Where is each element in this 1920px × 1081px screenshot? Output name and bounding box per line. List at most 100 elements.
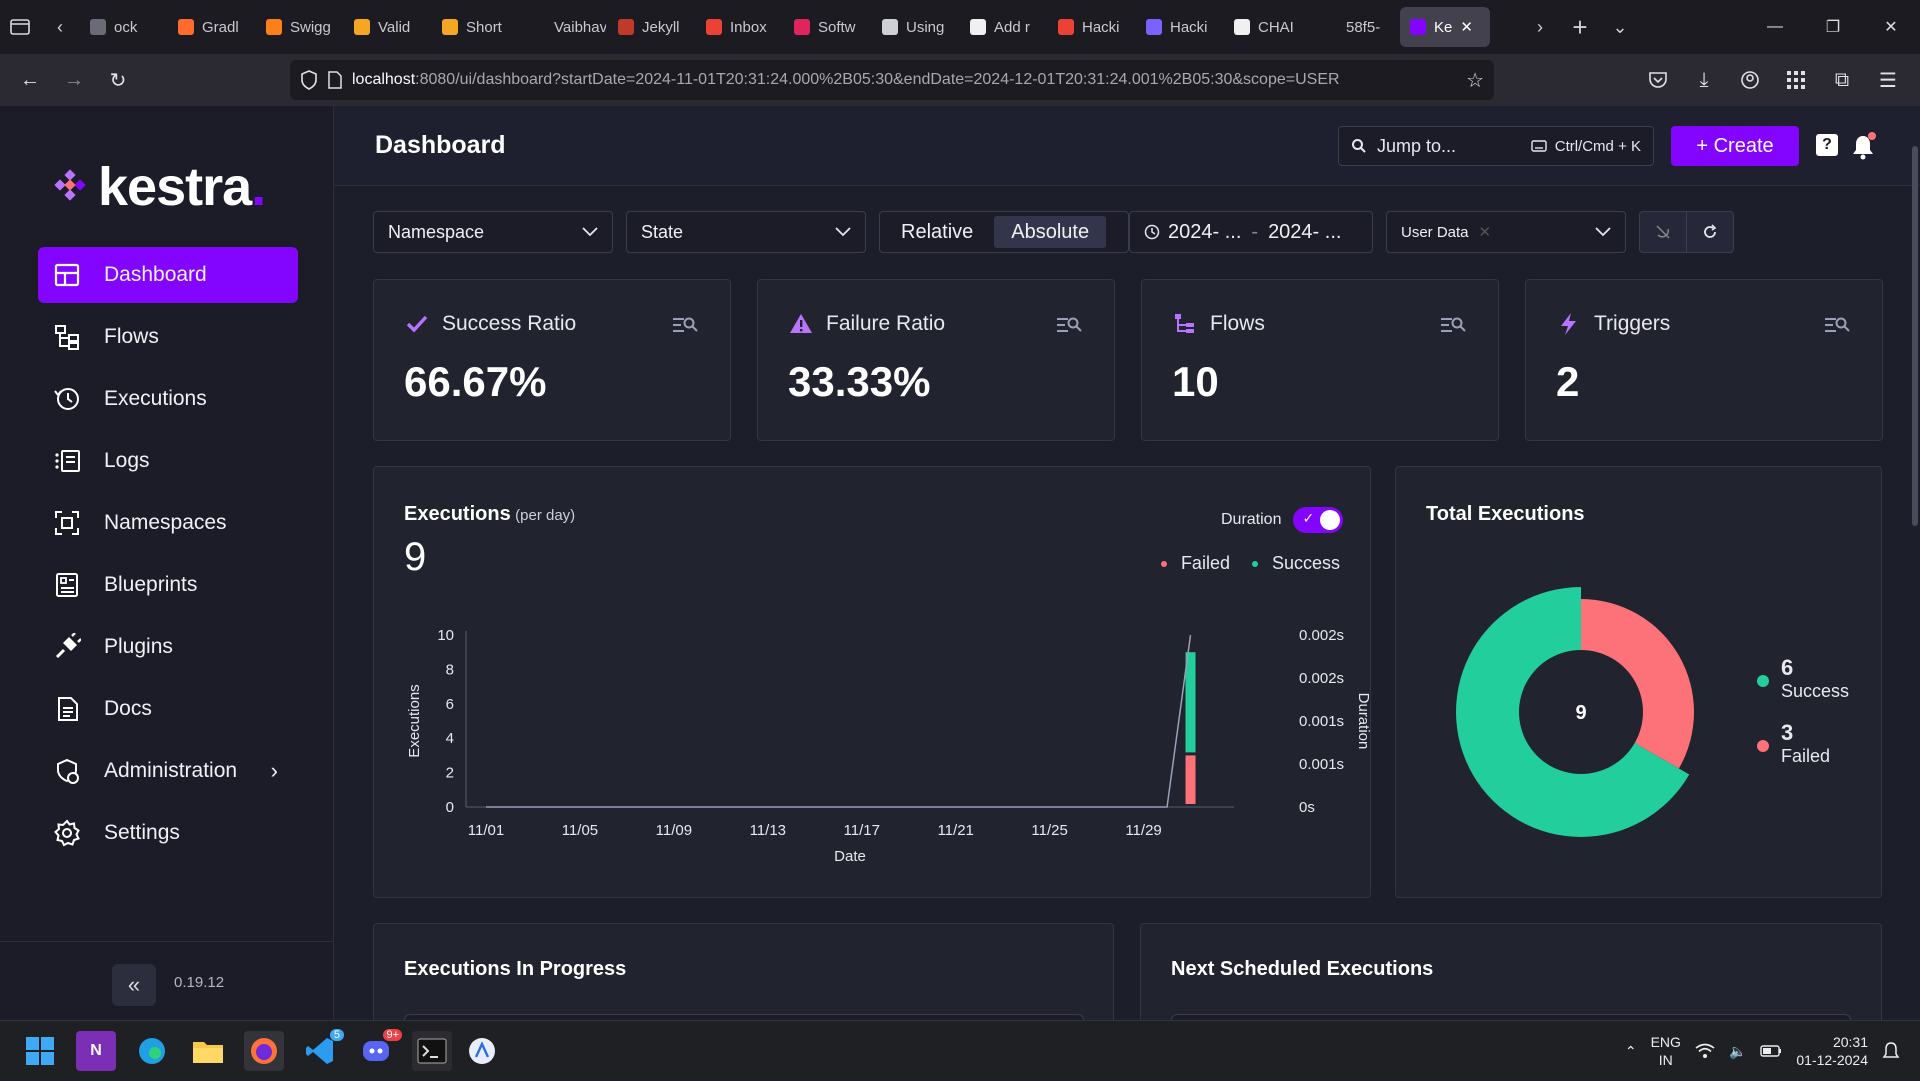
apps-grid-icon[interactable] — [1774, 58, 1818, 102]
jump-to-search[interactable]: Jump to... Ctrl/Cmd + K — [1338, 126, 1654, 166]
top-bar: Dashboard Jump to... Ctrl/Cmd + K + Crea… — [334, 106, 1920, 186]
url-bar[interactable]: localhost:8080/ui/dashboard?startDate=20… — [290, 60, 1494, 100]
scope-select[interactable]: User Data ✕ — [1386, 211, 1626, 253]
notification-bell-icon[interactable] — [1850, 132, 1876, 160]
sidebar-item-flows[interactable]: Flows — [38, 309, 298, 365]
favicon-icon — [442, 19, 458, 35]
sidebar-item-administration[interactable]: Administration › — [38, 743, 298, 799]
refresh-button[interactable] — [1686, 211, 1734, 253]
date-end[interactable]: 2024- ... — [1268, 221, 1341, 244]
volume-icon[interactable]: 🔈 — [1729, 1043, 1746, 1060]
file-explorer-icon[interactable] — [188, 1031, 228, 1071]
view-details-icon[interactable] — [1824, 316, 1850, 334]
battery-icon[interactable] — [1760, 1044, 1782, 1058]
browser-tab[interactable]: Add r — [960, 7, 1046, 47]
help-icon[interactable]: ? — [1816, 134, 1838, 156]
duration-toggle[interactable]: ✓ — [1293, 507, 1344, 533]
tab-scroll-right-icon[interactable]: › — [1520, 7, 1560, 47]
bar-success[interactable] — [1185, 652, 1196, 753]
sidebar-item-plugins[interactable]: Plugins — [38, 619, 298, 675]
account-icon[interactable] — [1728, 58, 1772, 102]
view-details-icon[interactable] — [1440, 316, 1466, 334]
edge-icon[interactable] — [132, 1031, 172, 1071]
sidebar-item-settings[interactable]: Settings — [38, 805, 298, 861]
stat-card-flows: Flows 10 — [1141, 279, 1499, 441]
browser-tab[interactable]: Using — [872, 7, 958, 47]
state-select[interactable]: State — [626, 211, 866, 253]
sidebar-item-docs[interactable]: Docs — [38, 681, 298, 737]
collapse-sidebar-button[interactable]: « — [112, 964, 156, 1006]
restore-icon[interactable]: ❐ — [1804, 0, 1862, 54]
reload-icon[interactable]: ↻ — [96, 58, 140, 102]
browser-tab[interactable]: Hacki — [1048, 7, 1134, 47]
browser-tab[interactable]: Short — [432, 7, 518, 47]
view-details-icon[interactable] — [1056, 316, 1082, 334]
favicon-icon — [1146, 19, 1162, 35]
language-indicator[interactable]: ENG IN — [1651, 1033, 1681, 1069]
browser-tab[interactable]: Softw — [784, 7, 870, 47]
onenote-icon[interactable]: N — [76, 1031, 116, 1071]
sidebar-item-blueprints[interactable]: Blueprints — [38, 557, 298, 613]
notifications-icon[interactable] — [1882, 1041, 1900, 1061]
sidebar-item-label: Flows — [104, 325, 159, 348]
discord-icon[interactable]: 9+ — [356, 1029, 402, 1071]
donut-legend-failed[interactable]: 3 Failed — [1757, 720, 1849, 767]
browser-tab[interactable]: Ke ✕ — [1400, 7, 1490, 47]
clear-icon[interactable]: ✕ — [1479, 223, 1492, 241]
browser-tab[interactable]: Vaibhav A — [520, 7, 606, 47]
firefox-icon[interactable] — [244, 1031, 284, 1071]
browser-tab[interactable]: 58f5- — [1312, 7, 1398, 47]
tab-scroll-left-icon[interactable]: ‹ — [40, 7, 80, 47]
donut-legend-success[interactable]: 6 Success — [1757, 655, 1849, 702]
back-icon[interactable]: ← — [8, 58, 52, 102]
browser-tab[interactable]: Inbox — [696, 7, 782, 47]
close-tab-icon[interactable]: ✕ — [1460, 18, 1473, 36]
browser-tab[interactable]: Valid — [344, 7, 430, 47]
forward-icon[interactable]: → — [52, 58, 96, 102]
bookmark-star-icon[interactable]: ☆ — [1466, 68, 1484, 93]
close-window-icon[interactable]: ✕ — [1862, 0, 1920, 54]
absolute-option[interactable]: Absolute — [994, 216, 1107, 248]
kestra-logo[interactable]: kestra. — [52, 156, 266, 218]
browser-tab[interactable]: Jekyll — [608, 7, 694, 47]
tray-expand-icon[interactable]: ⌃ — [1625, 1043, 1637, 1060]
vscode-icon[interactable]: 5 — [300, 1029, 344, 1071]
sidebar-item-logs[interactable]: Logs — [38, 433, 298, 489]
bar-failed[interactable] — [1185, 755, 1196, 804]
namespace-select[interactable]: Namespace — [373, 211, 613, 253]
legend-failed[interactable]: Failed — [1160, 553, 1230, 574]
pocket-icon[interactable] — [1636, 58, 1680, 102]
sidebar-item-namespaces[interactable]: Namespaces — [38, 495, 298, 551]
browser-tab[interactable]: Gradl — [168, 7, 254, 47]
tab-list-icon[interactable]: ⌄ — [1600, 7, 1640, 47]
download-icon[interactable]: ⤓ — [1682, 58, 1726, 102]
menu-icon[interactable]: ☰ — [1866, 58, 1910, 102]
page-scrollbar[interactable] — [1912, 146, 1918, 526]
browser-tab[interactable]: Swigg — [256, 7, 342, 47]
clock[interactable]: 20:31 01-12-2024 — [1796, 1033, 1868, 1069]
relative-option[interactable]: Relative — [884, 216, 990, 248]
favicon-icon — [266, 19, 282, 35]
extensions-icon[interactable]: ⧉ — [1820, 58, 1864, 102]
dashboard-icon — [52, 260, 82, 290]
browser-tab[interactable]: ock — [80, 7, 166, 47]
date-range-picker[interactable]: 2024- ... - 2024- ... — [1129, 211, 1373, 253]
view-details-icon[interactable] — [672, 316, 698, 334]
browser-tab[interactable]: CHAI — [1224, 7, 1310, 47]
auto-refresh-off-button[interactable] — [1639, 211, 1687, 253]
create-button[interactable]: + Create — [1671, 126, 1799, 166]
browser-tab[interactable]: Hacki — [1136, 7, 1222, 47]
sidebar-item-executions[interactable]: Executions — [38, 371, 298, 427]
windows-start-icon[interactable] — [20, 1031, 60, 1071]
x-tick-label: 11/29 — [1125, 822, 1161, 839]
terminal-icon[interactable] — [412, 1031, 452, 1071]
tab-overview-icon[interactable] — [0, 7, 40, 47]
date-start[interactable]: 2024- ... — [1168, 221, 1241, 244]
donut-slice-failed[interactable] — [1581, 599, 1694, 769]
legend-success[interactable]: Success — [1251, 553, 1340, 574]
wifi-icon[interactable] — [1695, 1043, 1715, 1059]
sidebar-item-dashboard[interactable]: Dashboard — [38, 247, 298, 303]
app-store-icon[interactable] — [462, 1031, 502, 1071]
new-tab-icon[interactable]: + — [1560, 7, 1600, 47]
minimize-icon[interactable]: — — [1746, 0, 1804, 54]
